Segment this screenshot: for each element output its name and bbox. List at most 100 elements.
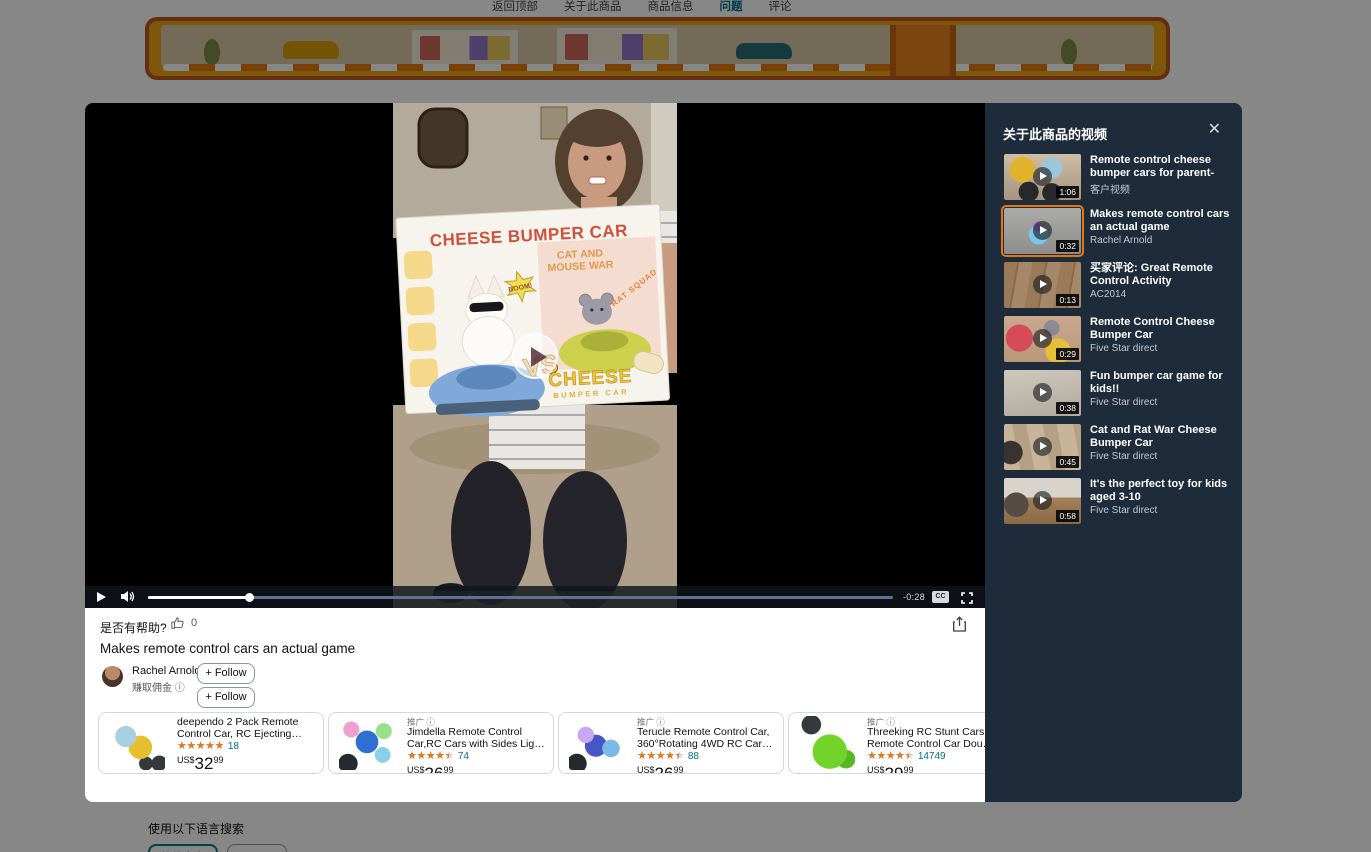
play-icon	[1032, 491, 1052, 510]
product-title[interactable]: Threeking RC Stunt Cars Remote Control C…	[867, 726, 985, 750]
product-card[interactable]: 推广 ⓘ Threeking RC Stunt Cars Remote Cont…	[788, 712, 985, 774]
video-duration-badge: 0:29	[1056, 348, 1079, 360]
play-icon	[1032, 221, 1052, 240]
video-thumbnail[interactable]: 0:29	[1004, 316, 1081, 362]
thumbs-up-button[interactable]: 0	[171, 616, 197, 630]
star-rating: ★★★★★★★★★★	[177, 740, 224, 752]
video-player: CHEESE BUMPER CAR CAT AND MOUSE WAR BOOM…	[85, 103, 985, 608]
helpful-count: 0	[191, 617, 198, 629]
review-count[interactable]: 74	[458, 751, 469, 762]
play-button[interactable]	[97, 592, 106, 602]
video-item-author: Rachel Arnold	[1090, 235, 1153, 246]
review-count[interactable]: 14749	[918, 751, 946, 762]
product-price: US$2699	[637, 764, 684, 773]
video-duration-badge: 0:45	[1056, 456, 1079, 468]
sidebar-video-item[interactable]: 0:58 It's the perfect toy for kids aged …	[1004, 478, 1236, 524]
product-image[interactable]	[799, 716, 855, 770]
video-item-title[interactable]: It's the perfect toy for kids aged 3-10	[1090, 478, 1236, 503]
video-item-author: Five Star direct	[1090, 451, 1158, 462]
video-item-title[interactable]: Makes remote control cars an actual game	[1090, 208, 1236, 233]
sponsored-label: 推广 ⓘ	[637, 717, 665, 727]
video-duration-badge: 0:38	[1056, 402, 1079, 414]
product-card[interactable]: 推广 ⓘ Jimdella Remote Control Car,RC Cars…	[328, 712, 554, 774]
follow-button-2[interactable]: + Follow	[197, 687, 255, 708]
video-item-title[interactable]: Remote Control Cheese Bumper Car	[1090, 316, 1236, 341]
star-rating: ★★★★★★★★★★	[867, 750, 914, 762]
share-icon[interactable]	[952, 616, 967, 637]
play-icon	[1032, 329, 1052, 348]
star-rating: ★★★★★★★★★★	[407, 750, 454, 762]
close-icon[interactable]: ✕	[1208, 122, 1221, 138]
play-icon	[531, 347, 547, 367]
sidebar-video-item[interactable]: 0:38 Fun bumper car game for kids!! Five…	[1004, 370, 1236, 416]
fullscreen-icon[interactable]	[961, 591, 973, 609]
video-item-author: Five Star direct	[1090, 505, 1158, 516]
video-info-panel: 是否有帮助? 0 Makes remote control cars an ac…	[85, 608, 985, 802]
play-icon	[1032, 437, 1052, 456]
sidebar-title: 关于此商品的视频	[1003, 127, 1108, 142]
video-modal: CHEESE BUMPER CAR CAT AND MOUSE WAR BOOM…	[85, 103, 1242, 802]
helpful-label: 是否有帮助?	[100, 621, 167, 635]
play-icon	[1032, 275, 1052, 294]
play-overlay-button[interactable]	[512, 333, 558, 379]
sponsored-label: 推广 ⓘ	[867, 717, 895, 727]
product-title[interactable]: deependo 2 Pack Remote Control Car, RC E…	[177, 716, 317, 740]
sponsored-label: 推广 ⓘ	[407, 717, 435, 727]
video-item-title[interactable]: 买家评论: Great Remote Control Activity	[1090, 262, 1236, 287]
sidebar-video-item[interactable]: 0:29 Remote Control Cheese Bumper Car Fi…	[1004, 316, 1236, 362]
progress-knob[interactable]	[244, 593, 254, 602]
author-name[interactable]: Rachel Arnold	[132, 665, 201, 677]
video-thumbnail[interactable]: 1:06	[1004, 154, 1081, 200]
author-commission-badge: 赚取佣金 ⓘ	[132, 683, 185, 694]
product-card[interactable]: 推广 ⓘ Terucle Remote Control Car, 360°Rot…	[558, 712, 784, 774]
video-item-title[interactable]: Remote control cheese bumper cars for pa…	[1090, 154, 1236, 179]
page: 返回顶部 关于此商品 商品信息 问题 评论 使用以下语言搜索 简体中文 Engl…	[0, 0, 1371, 852]
video-duration-badge: 0:32	[1056, 240, 1079, 252]
sidebar-video-item[interactable]: 0:32 Makes remote control cars an actual…	[1001, 205, 1236, 257]
video-item-title[interactable]: Fun bumper car game for kids!!	[1090, 370, 1236, 395]
review-count[interactable]: 88	[688, 751, 699, 762]
sidebar-video-list: 1:06 Remote control cheese bumper cars f…	[1001, 154, 1236, 532]
video-duration-badge: 1:06	[1056, 186, 1079, 198]
star-rating: ★★★★★★★★★★	[637, 750, 684, 762]
review-count[interactable]: 18	[228, 741, 239, 752]
related-products-carousel: deependo 2 Pack Remote Control Car, RC E…	[98, 712, 985, 778]
video-controls: -0:28 CC	[85, 586, 985, 608]
author-avatar[interactable]	[102, 666, 123, 687]
sidebar-video-item[interactable]: 0:13 买家评论: Great Remote Control Activity…	[1004, 262, 1236, 308]
sidebar-video-item[interactable]: 1:06 Remote control cheese bumper cars f…	[1004, 154, 1236, 200]
video-item-title[interactable]: Cat and Rat War Cheese Bumper Car	[1090, 424, 1236, 449]
video-duration-badge: 0:58	[1056, 510, 1079, 522]
product-image[interactable]	[569, 716, 625, 770]
product-title[interactable]: Jimdella Remote Control Car,RC Cars with…	[407, 726, 547, 750]
time-remaining: -0:28	[902, 592, 925, 602]
video-thumbnail[interactable]: 0:45	[1004, 424, 1081, 470]
play-icon	[1032, 167, 1052, 186]
captions-button[interactable]: CC	[932, 591, 949, 603]
product-image[interactable]	[339, 716, 395, 770]
progress-played	[148, 596, 249, 599]
videos-sidebar: 关于此商品的视频 ✕ 1:06 Remote control cheese bu…	[985, 103, 1242, 802]
progress-bar[interactable]	[148, 593, 893, 602]
product-image[interactable]	[109, 716, 165, 770]
video-thumbnail[interactable]: 0:32	[1001, 205, 1084, 257]
follow-button[interactable]: + Follow	[197, 663, 255, 684]
video-item-author: Five Star direct	[1090, 343, 1158, 354]
video-item-author: 客户视频	[1090, 185, 1130, 196]
video-thumbnail[interactable]: 0:58	[1004, 478, 1081, 524]
video-item-author: AC2014	[1090, 289, 1127, 300]
product-price: US$2999	[867, 764, 914, 773]
volume-icon[interactable]	[121, 590, 135, 608]
video-thumbnail[interactable]: 0:13	[1004, 262, 1081, 308]
product-price: US$3299	[177, 754, 224, 773]
video-item-author: Five Star direct	[1090, 397, 1158, 408]
thumbs-up-icon	[171, 617, 184, 629]
play-icon	[1032, 383, 1052, 402]
video-duration-badge: 0:13	[1056, 294, 1079, 306]
product-card[interactable]: deependo 2 Pack Remote Control Car, RC E…	[98, 712, 324, 774]
product-price: US$2699	[407, 764, 454, 773]
sidebar-video-item[interactable]: 0:45 Cat and Rat War Cheese Bumper Car F…	[1004, 424, 1236, 470]
product-title[interactable]: Terucle Remote Control Car, 360°Rotating…	[637, 726, 777, 750]
video-thumbnail[interactable]: 0:38	[1004, 370, 1081, 416]
video-title: Makes remote control cars an actual game	[100, 641, 356, 656]
